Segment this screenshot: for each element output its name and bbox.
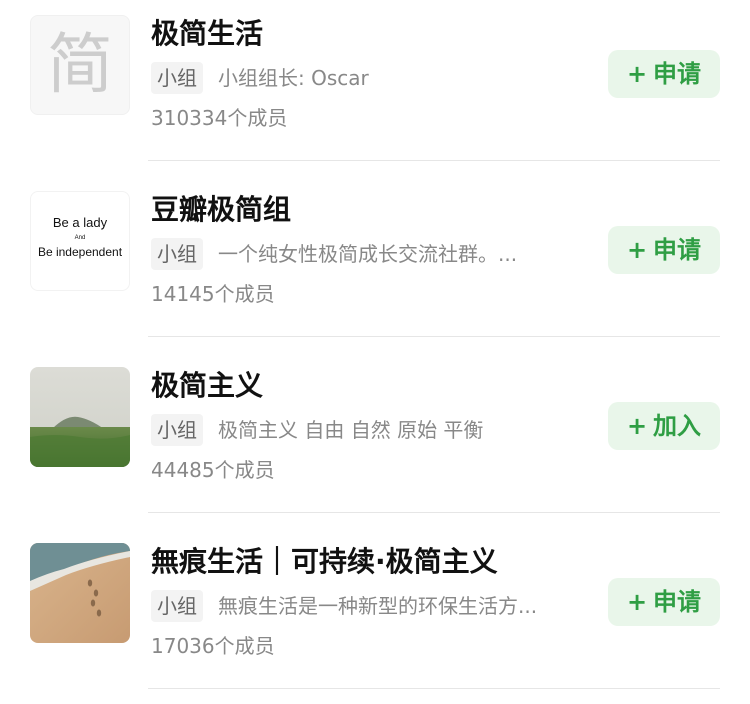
group-item[interactable]: 极简主义 小组 极简主义 自由 自然 原始 平衡 44485个成员 + 加入	[0, 352, 750, 528]
group-list: 简 极简生活 小组 小组组长: Oscar 310334个成员 + 申请 Be a…	[0, 0, 750, 691]
divider	[148, 336, 720, 337]
divider	[148, 688, 720, 689]
group-description: 小组组长: Oscar	[218, 66, 369, 90]
thumbnail-character: 简	[47, 26, 113, 103]
group-description: 极简主义 自由 自然 原始 平衡	[218, 418, 484, 442]
apply-button[interactable]: + 申请	[608, 50, 720, 98]
plus-icon: +	[626, 588, 648, 616]
member-count: 310334个成员	[151, 106, 288, 130]
member-count: 17036个成员	[151, 634, 275, 658]
grassland-image	[30, 367, 130, 467]
group-title[interactable]: 极简主义	[151, 368, 263, 404]
group-title[interactable]: 無痕生活｜可持续·极简主义	[151, 544, 498, 580]
group-description: 一个纯女性极简成长交流社群。...	[218, 242, 518, 266]
group-type-tag: 小组	[151, 62, 203, 94]
divider	[148, 160, 720, 161]
group-description: 無痕生活是一种新型的环保生活方...	[218, 594, 538, 618]
action-label: 申请	[653, 60, 702, 88]
apply-button[interactable]: + 申请	[608, 226, 720, 274]
join-button[interactable]: + 加入	[608, 402, 720, 450]
apply-button[interactable]: + 申请	[608, 578, 720, 626]
action-label: 申请	[653, 236, 702, 264]
group-thumbnail[interactable]: 简	[30, 15, 130, 115]
plus-icon: +	[626, 236, 648, 264]
group-title[interactable]: 极简生活	[151, 16, 263, 52]
group-type-tag: 小组	[151, 590, 203, 622]
divider	[148, 512, 720, 513]
poster-text: Be independent	[37, 245, 123, 259]
beach-footprints-image	[30, 543, 130, 643]
group-item[interactable]: 简 极简生活 小组 小组组长: Oscar 310334个成员 + 申请	[0, 0, 750, 176]
group-item[interactable]: 無痕生活｜可持续·极简主义 小组 無痕生活是一种新型的环保生活方... 1703…	[0, 528, 750, 704]
group-type-tag: 小组	[151, 414, 203, 446]
group-item[interactable]: Be a lady And Be independent 豆瓣极简组 小组 一个…	[0, 176, 750, 352]
group-thumbnail[interactable]: Be a lady And Be independent	[30, 191, 130, 291]
action-label: 申请	[653, 588, 702, 616]
member-count: 44485个成员	[151, 458, 275, 482]
poster-text: Be a lady	[52, 215, 108, 230]
action-label: 加入	[653, 412, 702, 440]
plus-icon: +	[626, 60, 648, 88]
plus-icon: +	[626, 412, 648, 440]
group-type-tag: 小组	[151, 238, 203, 270]
poster-text: And	[74, 235, 86, 241]
member-count: 14145个成员	[151, 282, 275, 306]
group-thumbnail[interactable]	[30, 367, 130, 467]
group-title[interactable]: 豆瓣极简组	[151, 192, 291, 228]
group-thumbnail[interactable]	[30, 543, 130, 643]
